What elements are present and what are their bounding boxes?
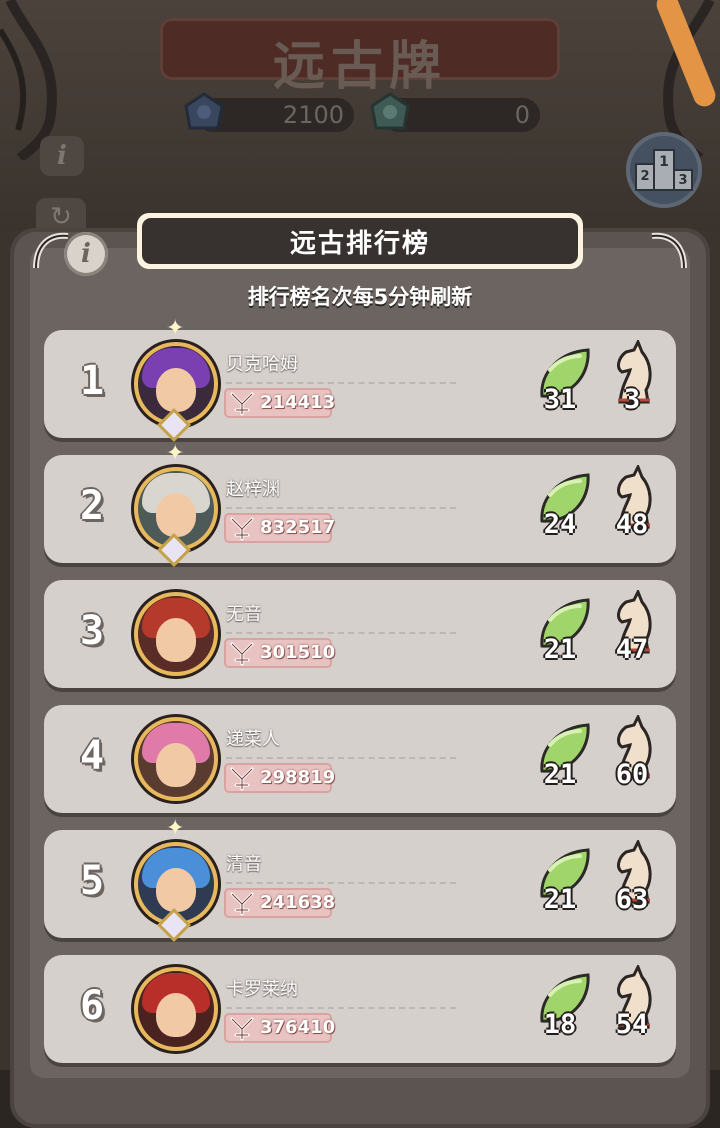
- board-title-plate: 远古排行榜: [137, 213, 583, 269]
- leaderboard-row[interactable]: 1 ✦ 贝克哈姆 214413 31 3: [44, 318, 676, 438]
- power-value: 214413: [260, 392, 336, 413]
- power-value: 241638: [260, 892, 336, 913]
- avatar-face: [156, 618, 196, 662]
- divider: [226, 882, 456, 884]
- leaf-count: 21: [543, 634, 577, 665]
- power-badge: 301510: [224, 638, 336, 668]
- currency-value-2: 0: [514, 101, 530, 129]
- rank-number: 3: [79, 608, 105, 654]
- green-rose-gem-icon: [370, 92, 410, 130]
- player-avatar[interactable]: [134, 592, 218, 676]
- rank-number: 4: [79, 733, 105, 779]
- rank-number: 2: [79, 483, 105, 529]
- power-value: 301510: [260, 642, 336, 663]
- avatar-face: [156, 493, 196, 537]
- power-badge: 298819: [224, 763, 336, 793]
- svg-text:1: 1: [659, 154, 669, 170]
- sword-power-icon: [230, 392, 254, 416]
- sword-power-icon: [230, 642, 254, 666]
- horse-count: 60: [615, 759, 649, 790]
- leaderboard-row[interactable]: 6 卡罗莱纳 376410 18 54: [44, 955, 676, 1063]
- divider: [226, 757, 456, 759]
- power-value: 298819: [260, 767, 336, 788]
- star-icon: ✦: [166, 441, 185, 466]
- sword-power-icon: [230, 767, 254, 791]
- player-avatar[interactable]: [134, 967, 218, 1051]
- refresh-notice: 排行榜名次每5分钟刷新: [247, 285, 473, 309]
- leaderboard-row[interactable]: 4 递菜人 298819 21 60: [44, 705, 676, 813]
- svg-text:2: 2: [640, 169, 649, 184]
- title-plaque: 远古牌: [160, 18, 560, 97]
- rules-info-button[interactable]: i: [40, 136, 84, 176]
- leaf-count: 18: [543, 1009, 577, 1040]
- leaf-count: 24: [543, 509, 577, 540]
- power-badge: 241638: [224, 888, 336, 918]
- player-avatar[interactable]: [134, 717, 218, 801]
- avatar-face: [156, 368, 196, 412]
- divider: [226, 632, 456, 634]
- leaf-count: 21: [543, 884, 577, 915]
- blue-rose-gem-icon: [184, 92, 224, 130]
- board-title: 远古排行榜: [142, 218, 578, 264]
- right-hook-ornament: [651, 232, 687, 269]
- power-value: 376410: [260, 1017, 336, 1038]
- svg-text:3: 3: [678, 173, 687, 188]
- star-icon: ✦: [166, 816, 185, 841]
- horse-count: 63: [615, 884, 649, 915]
- horse-count: 47: [615, 634, 649, 665]
- power-value: 832517: [260, 517, 336, 538]
- power-badge: 376410: [224, 1013, 336, 1043]
- power-badge: 214413: [224, 388, 336, 418]
- currency-display-1: 2100: [184, 92, 354, 132]
- leaderboard-row[interactable]: 2 ✦ 赵梓渊 832517 24 48: [44, 443, 676, 563]
- sword-power-icon: [230, 892, 254, 916]
- avatar-face: [156, 743, 196, 787]
- avatar-face: [156, 868, 196, 912]
- player-name: 递菜人: [226, 729, 280, 750]
- leaf-count: 31: [543, 384, 577, 415]
- horse-count: 3: [623, 384, 641, 415]
- divider: [226, 382, 456, 384]
- sword-power-icon: [230, 1017, 254, 1041]
- leaderboard-row[interactable]: 3 无音 301510 21 47: [44, 580, 676, 688]
- player-name: 赵梓渊: [226, 479, 280, 500]
- sword-power-icon: [230, 517, 254, 541]
- ranking-podium-button[interactable]: 1 2 3: [626, 132, 702, 208]
- page-title: 远古牌: [272, 37, 447, 97]
- power-badge: 832517: [224, 513, 336, 543]
- rank-number: 5: [79, 858, 105, 904]
- rank-number: 1: [79, 358, 105, 404]
- star-icon: ✦: [166, 316, 185, 341]
- currency-display-2: 0: [370, 92, 540, 132]
- player-name: 贝克哈姆: [226, 354, 298, 375]
- player-name: 无音: [226, 604, 262, 625]
- horse-count: 48: [615, 509, 649, 540]
- currency-value-1: 2100: [282, 101, 344, 129]
- leaderboard-info-button[interactable]: i: [64, 232, 108, 276]
- podium-icon: 1 2 3: [635, 149, 693, 191]
- player-name: 清音: [226, 854, 262, 875]
- horse-count: 54: [615, 1009, 649, 1040]
- rank-number: 6: [79, 983, 105, 1029]
- leaderboard-row[interactable]: 5 ✦ 清音 241638 21 63: [44, 818, 676, 938]
- divider: [226, 1007, 456, 1009]
- divider: [226, 507, 456, 509]
- avatar-face: [156, 993, 196, 1037]
- player-name: 卡罗莱纳: [226, 979, 298, 1000]
- leaf-count: 21: [543, 759, 577, 790]
